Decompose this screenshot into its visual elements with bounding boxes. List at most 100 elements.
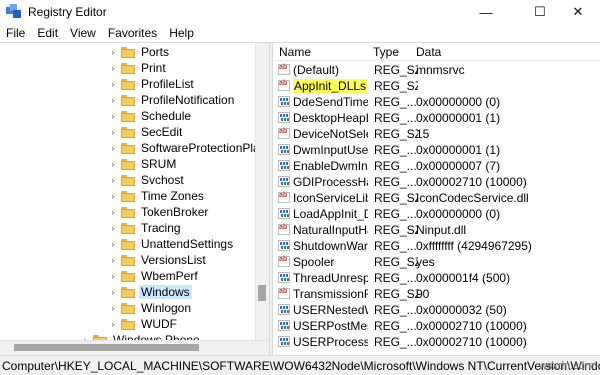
value-name: NaturalInputHa... [293, 223, 368, 237]
chevron-right-icon[interactable]: › [108, 300, 118, 316]
list-item[interactable]: ab AppInit_DLLs REG_SZ [273, 78, 600, 94]
tree-item-label: UnattendSettings [141, 237, 234, 251]
tree-item[interactable]: › SoftwareProtectionPlatform [108, 140, 270, 156]
menu-view[interactable]: View [64, 26, 102, 40]
value-data: 0x000001f4 (500) [416, 271, 511, 285]
value-type: REG_... [374, 335, 417, 349]
chevron-right-icon[interactable]: › [108, 204, 118, 220]
tree-item[interactable]: › Tracing [108, 220, 183, 236]
value-data: 0x00002710 (10000) [416, 175, 527, 189]
tree-item[interactable]: › Ports [108, 44, 171, 60]
folder-icon [121, 190, 135, 202]
tree-item[interactable]: › Schedule [108, 108, 193, 124]
folder-icon [121, 222, 135, 234]
tree-item[interactable]: › Windows [108, 284, 192, 300]
tree-item[interactable]: › SecEdit [108, 124, 184, 140]
tree-item-label: Time Zones [141, 189, 204, 203]
tree-vertical-scroll-thumb[interactable] [258, 285, 266, 301]
tree-item[interactable]: › SRUM [108, 156, 178, 172]
chevron-right-icon[interactable]: › [108, 316, 118, 332]
value-name: IconServiceLib [293, 191, 368, 205]
binary-value-icon [278, 240, 290, 251]
list-item[interactable]: LoadAppInit_DL... REG_...0x00000000 (0) [273, 206, 600, 222]
tree-item-label: SRUM [141, 157, 177, 171]
chevron-right-icon[interactable]: › [108, 236, 118, 252]
list-item[interactable]: USERProcessHa... REG_...0x00002710 (10000… [273, 334, 600, 350]
tree-item[interactable]: › ProfileNotification [108, 92, 236, 108]
list-item[interactable]: ab IconServiceLib REG_SZ IconCodecService.d… [273, 190, 600, 206]
chevron-right-icon[interactable]: › [108, 284, 118, 300]
value-type: REG_SZ [374, 223, 418, 237]
column-header-type[interactable]: Type [373, 45, 399, 59]
list-item[interactable]: DesktopHeapL... REG_...0x00000001 (1) [273, 110, 600, 126]
chevron-right-icon[interactable]: › [108, 140, 118, 156]
tree-item-label: Winlogon [141, 301, 192, 315]
tree-item[interactable]: › Svchost [108, 172, 186, 188]
tree-item[interactable]: › VersionsList [108, 252, 208, 268]
list-item[interactable]: ab (Default) REG_SZ mnmsrvc [273, 62, 600, 78]
tree-item-label: Print [141, 61, 166, 75]
list-item[interactable]: DwmInputUsesI... REG_...0x00000001 (1) [273, 142, 600, 158]
chevron-right-icon[interactable]: › [108, 60, 118, 76]
value-type: REG_SZ [374, 127, 418, 141]
list-item[interactable]: abDeviceNotSelec... REG_SZ15 [273, 126, 600, 142]
tree-item[interactable]: › WUDF [108, 316, 179, 332]
values-list-pane[interactable]: Name Type Data ab (Default) REG_SZ mnmsrvc a… [273, 43, 600, 355]
chevron-right-icon[interactable]: › [108, 188, 118, 204]
list-item[interactable]: EnableDwmInp... REG_...0x00000007 (7) [273, 158, 600, 174]
value-name: ShutdownWarni... [293, 239, 368, 253]
key-tree-pane[interactable]: › Ports › Print › ProfileList › ProfileNotifica… [0, 43, 269, 355]
chevron-right-icon[interactable]: › [108, 44, 118, 60]
chevron-right-icon[interactable]: › [108, 252, 118, 268]
list-item[interactable]: abTransmissionRet... REG_SZ90 [273, 286, 600, 302]
tree-item[interactable]: › WbemPerf [108, 268, 200, 284]
column-header-data[interactable]: Data [416, 45, 441, 59]
tree-item[interactable]: › Print [108, 60, 168, 76]
close-button[interactable]: ✕ [555, 0, 600, 24]
tree-item[interactable]: › Winlogon [108, 300, 193, 316]
tree-item[interactable]: › UnattendSettings [108, 236, 235, 252]
tree-item-label: SoftwareProtectionPlatform [141, 141, 269, 155]
tree-item-label: Windows [139, 285, 192, 299]
value-type: REG_... [374, 95, 417, 109]
tree-horizontal-scroll-thumb[interactable] [14, 344, 199, 351]
list-item[interactable]: ShutdownWarni... REG_...0xffffffff (42949… [273, 238, 600, 254]
value-name: GDIProcessHan... [293, 175, 368, 189]
chevron-right-icon[interactable]: › [108, 76, 118, 92]
menu-file[interactable]: File [0, 26, 31, 40]
value-type: REG_... [374, 271, 417, 285]
list-item[interactable]: USERPostMessa... REG_...0x00002710 (10000… [273, 318, 600, 334]
column-header-name[interactable]: Name [279, 45, 311, 59]
list-item[interactable]: ThreadUnrespo... REG_...0x000001f4 (500) [273, 270, 600, 286]
menu-help[interactable]: Help [163, 26, 200, 40]
list-item[interactable]: ab Spooler REG_SZ yes [273, 254, 600, 270]
registry-editor-icon [6, 4, 22, 20]
status-path: Computer\HKEY_LOCAL_MACHINE\SOFTWARE\WOW… [2, 358, 600, 373]
status-bar: Computer\HKEY_LOCAL_MACHINE\SOFTWARE\WOW… [0, 355, 600, 375]
chevron-right-icon[interactable]: › [108, 108, 118, 124]
list-item[interactable]: abNaturalInputHa... REG_SZNinput.dll [273, 222, 600, 238]
tree-item[interactable]: › TokenBroker [108, 204, 210, 220]
tree-item[interactable]: › ProfileList [108, 76, 196, 92]
menu-edit[interactable]: Edit [31, 26, 64, 40]
chevron-right-icon[interactable]: › [108, 220, 118, 236]
chevron-right-icon[interactable]: › [108, 268, 118, 284]
list-item[interactable]: GDIProcessHan... REG_...0x00002710 (10000… [273, 174, 600, 190]
minimize-button[interactable]: — [463, 0, 509, 24]
value-type: REG_SZ [374, 255, 418, 269]
chevron-right-icon[interactable]: › [108, 92, 118, 108]
list-item[interactable]: USERNestedWi... REG_...0x00000032 (50) [273, 302, 600, 318]
chevron-right-icon[interactable]: › [108, 124, 118, 140]
binary-value-icon [278, 336, 290, 347]
value-name: DesktopHeapL... [293, 111, 368, 125]
list-item[interactable]: DdeSendTimeo... REG_...0x00000000 (0) [273, 94, 600, 110]
tree-item[interactable]: › Time Zones [108, 188, 206, 204]
menu-favorites[interactable]: Favorites [102, 26, 163, 40]
folder-icon [121, 94, 135, 106]
value-type: REG_... [374, 239, 417, 253]
tree-item-label: TokenBroker [141, 205, 209, 219]
chevron-right-icon[interactable]: › [108, 172, 118, 188]
value-data: 90 [416, 287, 430, 301]
folder-icon [121, 286, 135, 298]
chevron-right-icon[interactable]: › [108, 156, 118, 172]
